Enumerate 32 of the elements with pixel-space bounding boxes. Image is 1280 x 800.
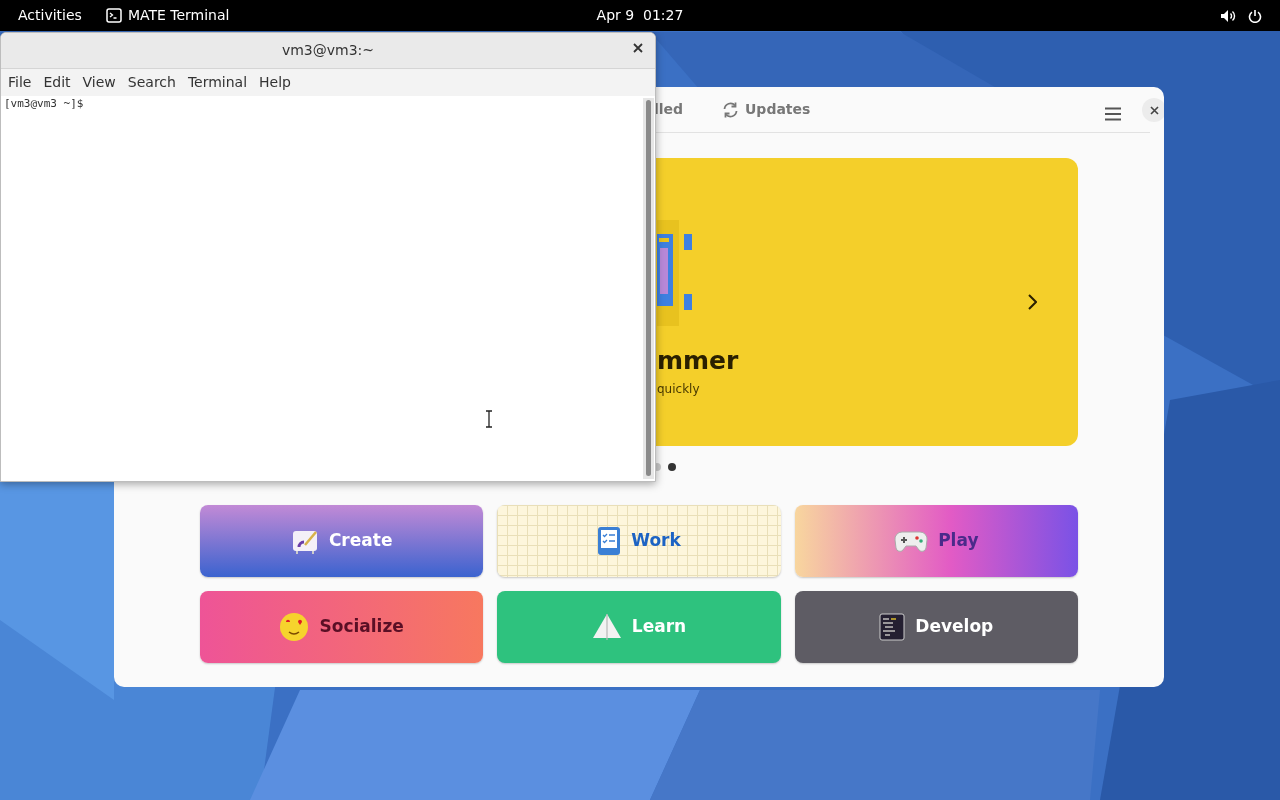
close-icon[interactable] <box>1142 98 1164 122</box>
refresh-icon <box>722 101 739 118</box>
menu-item[interactable]: File <box>5 72 41 93</box>
window-title: vm3@vm3:~ <box>281 41 375 60</box>
banner-subtitle: quickly <box>657 381 700 398</box>
menu-item[interactable]: View <box>79 72 125 93</box>
clock[interactable]: Apr 9 01:27 <box>596 7 684 23</box>
power-icon[interactable] <box>1248 8 1262 23</box>
category-button[interactable]: Socialize <box>200 591 484 663</box>
menu-item[interactable]: Search <box>124 72 185 93</box>
terminal-prompt: [vm3@vm3 ~]$ <box>4 96 84 112</box>
category-button[interactable]: Create <box>200 505 484 577</box>
app-menu-button[interactable]: MATE Terminal <box>105 5 230 26</box>
menu-item[interactable]: Help <box>256 72 300 93</box>
tab[interactable]: Updates <box>722 99 811 120</box>
close-icon[interactable] <box>631 41 645 55</box>
text-cursor-icon <box>485 410 493 428</box>
gamepad-icon <box>894 529 929 553</box>
smiley-icon <box>279 612 310 642</box>
menu-item[interactable]: Terminal <box>184 72 257 93</box>
banner-title: mmer <box>657 345 739 377</box>
checklist-icon <box>597 526 622 556</box>
category-button[interactable]: Work <box>497 505 781 577</box>
scrollbar[interactable] <box>643 98 654 479</box>
activities-button[interactable]: Activities <box>18 5 82 26</box>
terminal-icon <box>105 8 122 23</box>
category-button[interactable]: Develop <box>794 591 1078 663</box>
terminal-icon <box>879 613 906 641</box>
menu-item[interactable]: Edit <box>40 72 80 93</box>
volume-icon[interactable] <box>1220 8 1236 23</box>
paper-plane-icon <box>591 613 622 641</box>
carousel-dot[interactable] <box>668 463 676 471</box>
